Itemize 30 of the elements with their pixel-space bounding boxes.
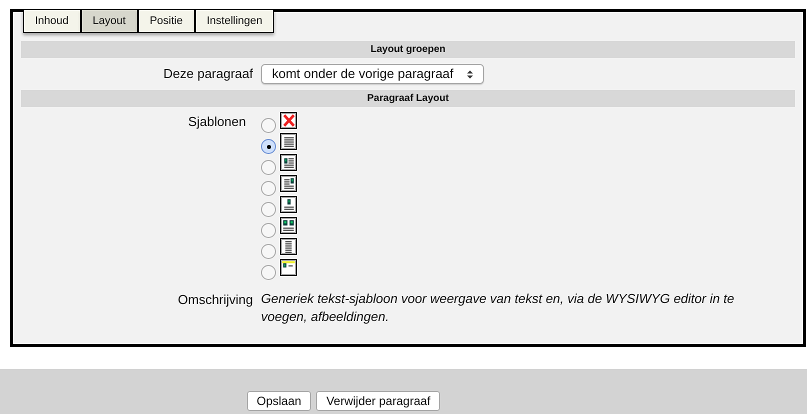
field-label: Sjablonen <box>187 113 247 131</box>
tab[interactable]: Positie <box>138 9 195 33</box>
section-header: Paragraaf Layout <box>21 90 795 107</box>
cross-icon <box>280 112 297 129</box>
delete-button[interactable]: Verwijder paragraaf <box>316 391 440 411</box>
radio-button[interactable] <box>261 265 276 280</box>
image-top-layout-icon <box>280 196 297 213</box>
radio-button[interactable] <box>261 181 276 196</box>
image-right-layout-icon <box>280 175 297 192</box>
tab[interactable]: Inhoud <box>23 9 81 33</box>
tab[interactable]: Layout <box>80 9 138 33</box>
image-left-layout-icon <box>280 154 297 171</box>
radio-button[interactable] <box>261 223 276 238</box>
radio-button[interactable] <box>261 118 276 133</box>
text-layout-icon <box>280 133 297 150</box>
field-label: Deze paragraaf <box>162 65 254 84</box>
header-layout-icon <box>280 259 297 276</box>
field-label: Omschrijving <box>176 291 254 309</box>
radio-button[interactable] <box>261 139 276 154</box>
radio-button[interactable] <box>261 244 276 259</box>
narrow-text-layout-icon <box>280 238 297 255</box>
radio-button[interactable] <box>261 160 276 175</box>
two-images-layout-icon <box>280 217 297 234</box>
dropdown[interactable]: komt onder de vorige paragraaf <box>261 64 484 84</box>
description-text: Generiek tekst-sjabloon voor weergave van tekst en, via de WYSIWYG editor in te voegen, afbeeldingen. <box>261 290 736 326</box>
tab[interactable]: Instellingen <box>194 9 274 33</box>
save-button[interactable]: Opslaan <box>246 391 312 411</box>
radio-button[interactable] <box>261 202 276 217</box>
stepper-icon <box>467 70 474 78</box>
section-header: Layout groepen <box>21 41 795 58</box>
